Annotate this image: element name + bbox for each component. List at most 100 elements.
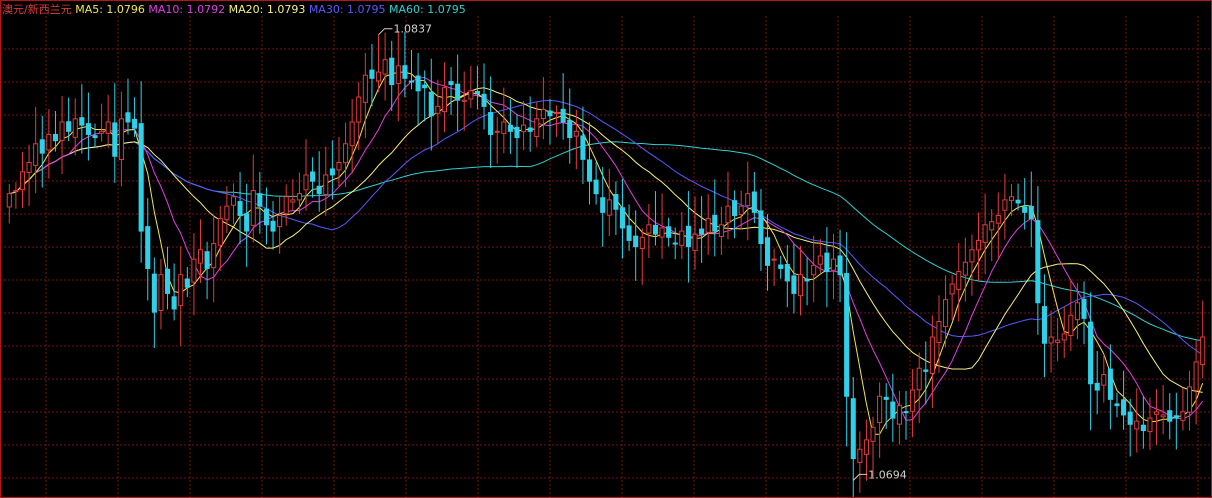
candle-body xyxy=(362,74,368,103)
candle-body xyxy=(224,205,230,221)
candle-body xyxy=(784,263,790,282)
candle-body xyxy=(1008,196,1015,201)
candle-body xyxy=(1107,368,1113,400)
candle-body xyxy=(6,193,12,208)
candle-body xyxy=(507,124,513,132)
candle-body xyxy=(567,119,573,139)
candle-body xyxy=(1022,206,1028,213)
kline-svg[interactable]: 1.0837 1.0694 澳元/新西兰元 MA5: 1.0796 MA10: 1… xyxy=(0,0,1212,498)
candle-body xyxy=(158,274,164,312)
candle-body xyxy=(481,93,487,107)
candle-body xyxy=(560,108,566,123)
candle-body xyxy=(468,90,474,100)
candle-body xyxy=(824,252,830,273)
candle-body xyxy=(896,405,902,425)
candle-body xyxy=(257,193,263,207)
candle-body xyxy=(540,109,546,119)
candle-body xyxy=(600,197,606,213)
candle-body xyxy=(758,210,764,245)
candle-body xyxy=(422,84,428,89)
candle-body xyxy=(85,123,91,135)
candle-body xyxy=(593,179,599,195)
candle-body xyxy=(336,161,342,171)
candle-body xyxy=(975,239,982,251)
candle-body xyxy=(72,118,78,138)
forex-kline-chart[interactable]: 1.0837 1.0694 澳元/新西兰元 MA5: 1.0796 MA10: 1… xyxy=(0,0,1212,498)
candle-body xyxy=(441,87,448,113)
candle-body xyxy=(395,65,401,84)
candle-body xyxy=(389,57,395,86)
candle-body xyxy=(428,91,434,117)
candle-body xyxy=(890,401,896,419)
candle-body xyxy=(99,130,105,134)
candle-body xyxy=(171,296,177,310)
candle-body xyxy=(369,69,375,79)
candle-body xyxy=(844,273,850,397)
high-price-label: 1.0837 xyxy=(394,23,433,36)
candle-body xyxy=(1147,417,1153,433)
candle-body xyxy=(791,275,797,294)
candle-body xyxy=(652,224,658,235)
candle-body xyxy=(46,133,52,151)
ma-legend-item: MA60: 1.0795 xyxy=(389,3,466,16)
candle-body xyxy=(1055,339,1061,343)
candle-body xyxy=(910,389,916,412)
candle-body xyxy=(877,395,883,424)
symbol-name: 澳元/新西兰元 xyxy=(2,2,75,16)
candle-body xyxy=(613,193,619,210)
candle-body xyxy=(197,249,204,264)
candle-body xyxy=(290,199,296,203)
candle-body xyxy=(1094,382,1100,391)
candle-body xyxy=(580,135,586,160)
candle-body xyxy=(310,171,316,182)
candle-body xyxy=(514,126,520,139)
candle-body xyxy=(435,105,441,114)
candle-body xyxy=(1061,333,1067,341)
candle-body xyxy=(883,396,889,400)
candle-body xyxy=(929,336,935,374)
candle-body xyxy=(52,133,58,142)
ma-legend-item: MA20: 1.0793 xyxy=(229,3,309,16)
candle-body xyxy=(969,249,975,263)
candle-body xyxy=(39,139,45,154)
candle-body xyxy=(1002,199,1008,211)
candle-body xyxy=(1074,302,1080,321)
candle-body xyxy=(692,233,698,251)
candle-body xyxy=(217,218,223,246)
candle-body xyxy=(534,118,540,137)
candle-body xyxy=(903,411,909,414)
candle-body xyxy=(415,75,421,92)
candle-body xyxy=(962,261,968,276)
candle-body xyxy=(830,258,837,271)
candle-body xyxy=(1101,373,1107,386)
candle-body xyxy=(230,196,237,206)
candle-body xyxy=(132,118,138,129)
low-price-label: 1.0694 xyxy=(868,468,907,481)
candle-body xyxy=(1041,306,1048,344)
candle-body xyxy=(738,205,744,216)
candle-body xyxy=(250,190,256,226)
candle-body xyxy=(349,121,355,147)
candle-body xyxy=(382,59,388,75)
candle-body xyxy=(725,205,731,224)
candle-body xyxy=(33,143,39,166)
candle-body xyxy=(184,278,190,288)
candle-body xyxy=(92,135,98,139)
candle-body xyxy=(66,121,72,132)
candle-body xyxy=(501,121,507,134)
chart-background xyxy=(0,0,1212,498)
candle-body xyxy=(586,159,593,182)
candle-body xyxy=(1035,220,1041,304)
candle-body xyxy=(705,218,711,233)
candle-body xyxy=(936,320,942,343)
candle-body xyxy=(474,90,480,95)
candle-body xyxy=(270,220,276,232)
candle-body xyxy=(745,193,751,207)
candle-body xyxy=(1127,411,1133,425)
candle-body xyxy=(771,258,777,261)
candle-body xyxy=(778,264,784,269)
candle-body xyxy=(296,193,302,201)
candle-body xyxy=(982,224,988,243)
candle-body xyxy=(712,214,718,232)
candle-body xyxy=(1015,199,1021,204)
